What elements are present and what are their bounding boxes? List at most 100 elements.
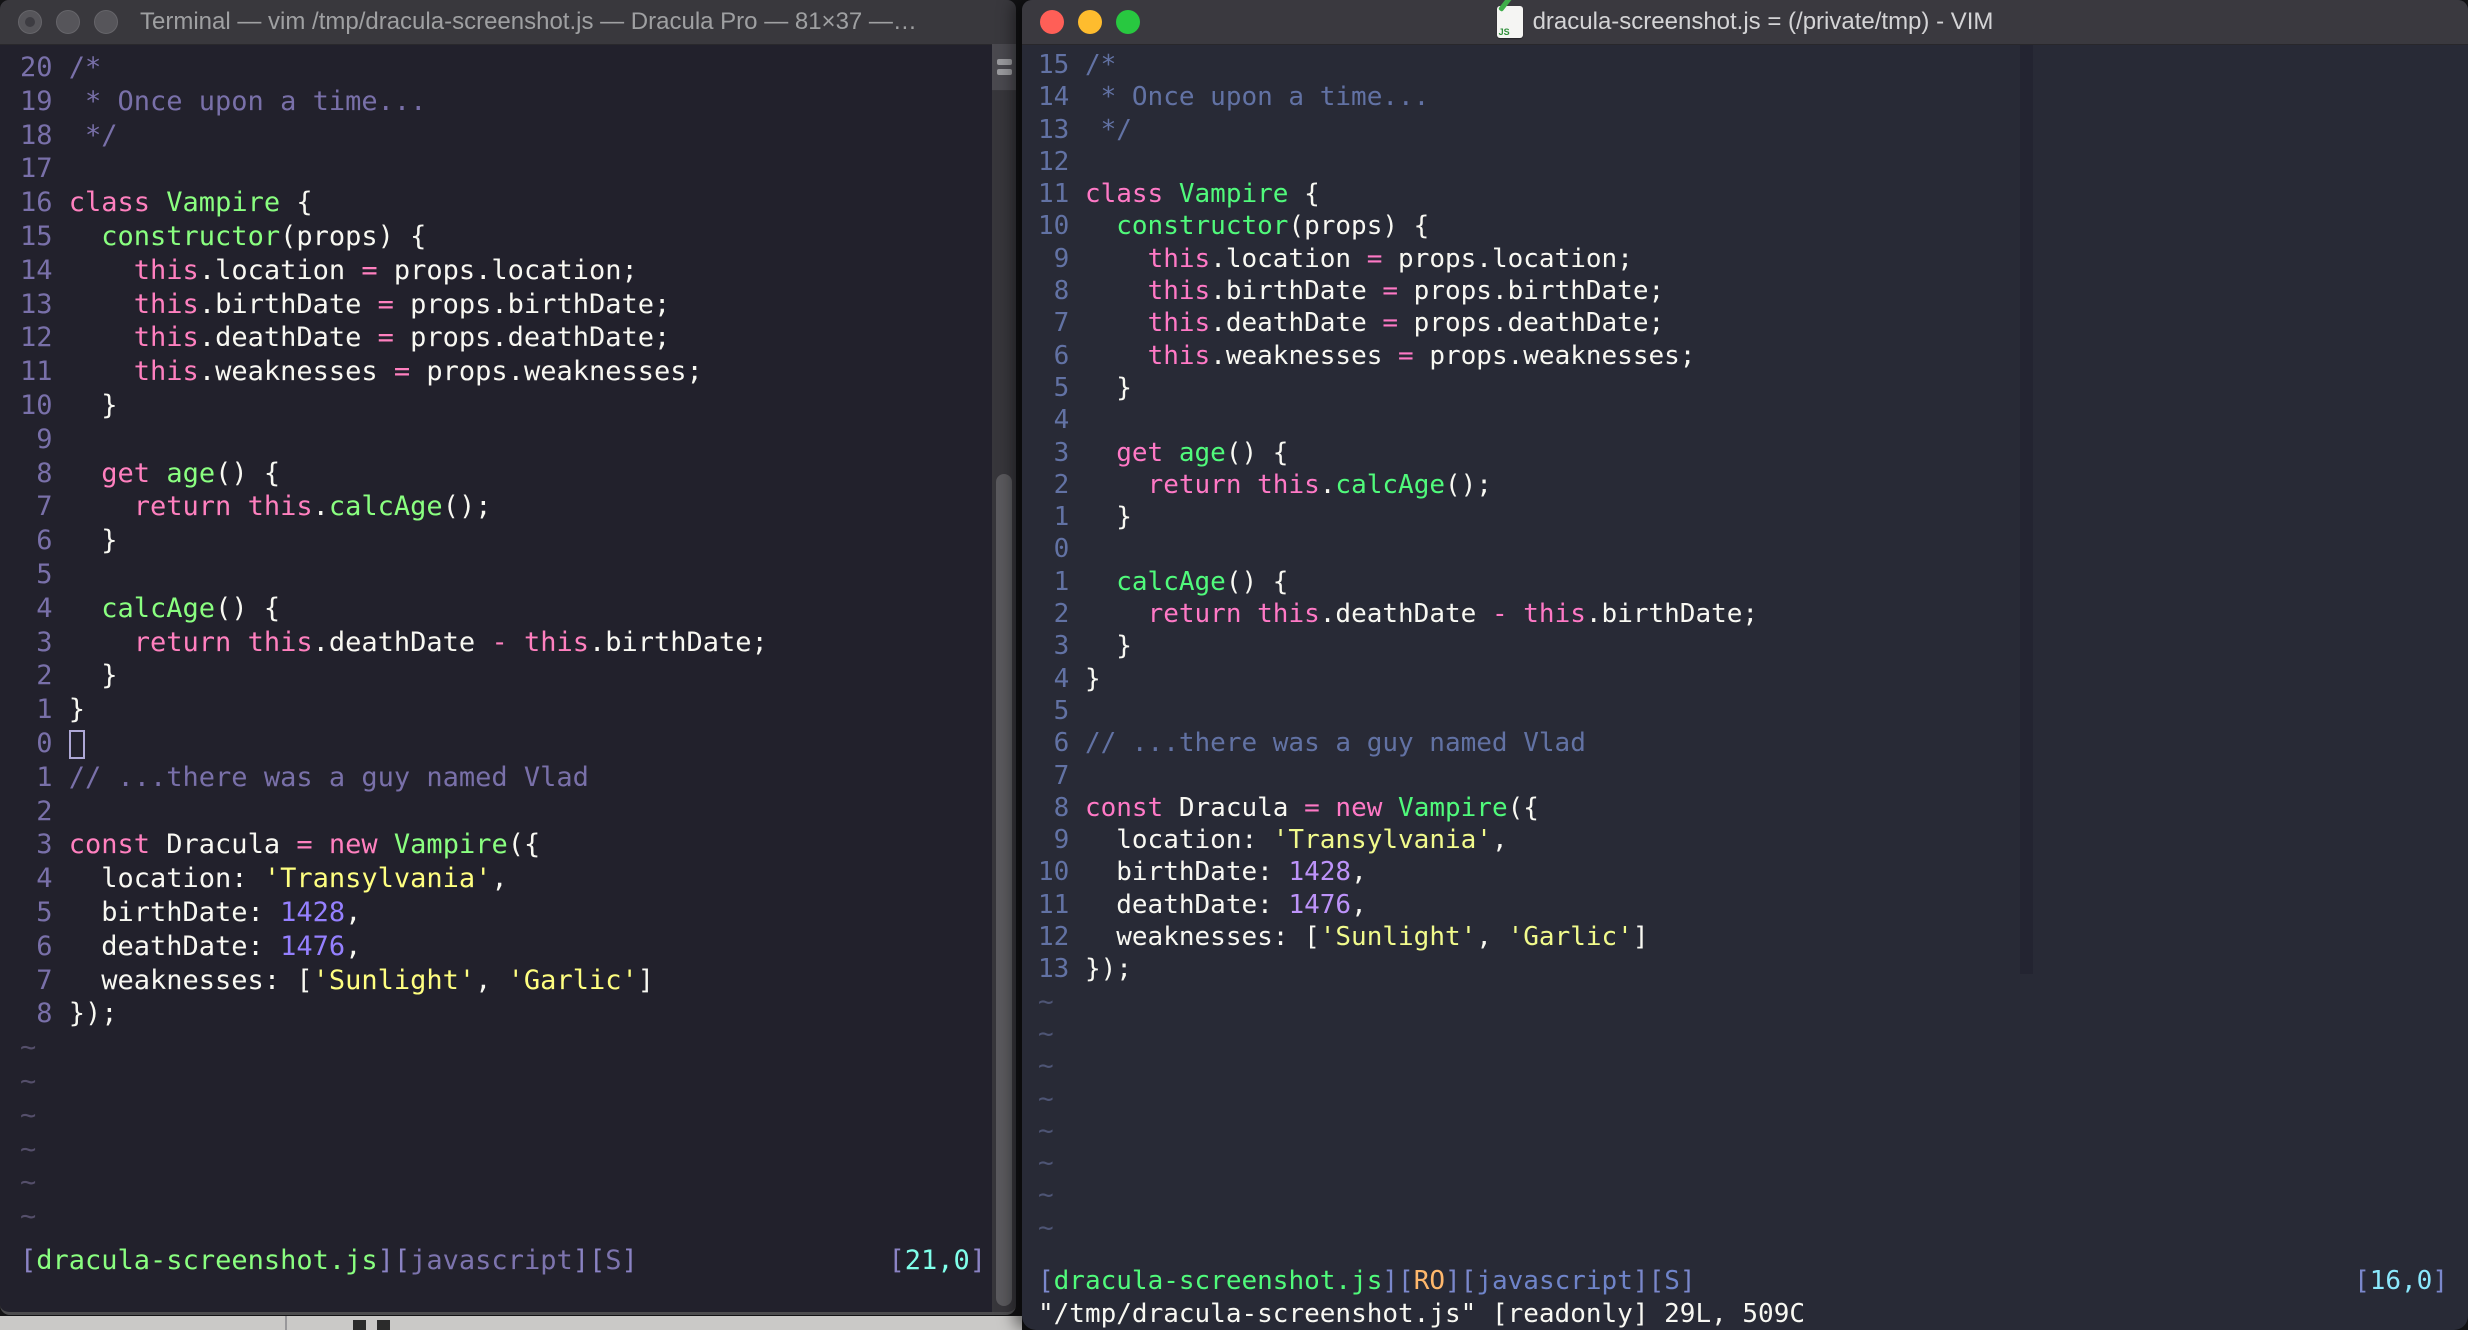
code-line: 19 * Once upon a time... bbox=[20, 85, 427, 117]
code-line: 8}); bbox=[36, 998, 118, 1030]
macvim-traffic-lights bbox=[1040, 10, 1140, 34]
js-file-label: JS bbox=[1498, 27, 1510, 37]
code-line: 9 this.location = props.location; bbox=[1053, 243, 1633, 274]
code-line: 17 bbox=[20, 153, 53, 185]
code-line: 4 calcAge() { bbox=[36, 592, 281, 624]
code-line: 1} bbox=[36, 694, 86, 726]
terminal-window: Terminal — vim /tmp/dracula-screenshot.j… bbox=[0, 0, 1016, 1315]
document-proxy-icon[interactable]: JS bbox=[1496, 0, 1523, 38]
code-line: 15 constructor(props) { bbox=[20, 220, 427, 252]
vim-statusline: [dracula-screenshot.js][RO][javascript][… bbox=[1038, 1266, 2448, 1297]
empty-buffer-tilde: ~ bbox=[1038, 986, 1054, 1017]
code-line: 12 bbox=[1038, 146, 1070, 177]
code-line: 5 bbox=[1053, 695, 1070, 726]
code-line: 0 bbox=[36, 727, 53, 759]
close-dot-icon bbox=[25, 17, 35, 27]
terminal-traffic-lights bbox=[18, 10, 118, 34]
code-line: 1 } bbox=[1053, 502, 1132, 533]
pencil-icon bbox=[1497, 0, 1513, 13]
empty-buffer-tilde: ~ bbox=[1038, 1018, 1054, 1049]
code-line: 6 this.weaknesses = props.weaknesses; bbox=[1053, 340, 1696, 371]
empty-buffer-tilde: ~ bbox=[1038, 1051, 1054, 1082]
code-line: 7 bbox=[1053, 760, 1070, 791]
empty-buffer-tilde: ~ bbox=[20, 1065, 37, 1097]
background-text-fragment bbox=[377, 1320, 390, 1330]
empty-buffer-tilde: ~ bbox=[1038, 1148, 1054, 1179]
code-line: 3 return this.deathDate - this.birthDate… bbox=[36, 626, 768, 658]
macvim-buffer[interactable]: 15/* 14 * Once upon a time... 13 */12 11 cla… bbox=[1022, 45, 2468, 1330]
code-line: 8 this.birthDate = props.birthDate; bbox=[1053, 276, 1665, 307]
code-line: 11 deathDate: 1476, bbox=[1038, 889, 1367, 920]
code-line: 6 deathDate: 1476, bbox=[36, 930, 362, 962]
macvim-window: JS dracula-screenshot.js = (/private/tmp… bbox=[1022, 0, 2468, 1330]
code-line: 12 this.deathDate = props.deathDate; bbox=[20, 322, 671, 354]
code-line: 16 class Vampire { bbox=[20, 187, 313, 219]
terminal-scrollbar-thumb[interactable] bbox=[996, 474, 1012, 1306]
empty-buffer-tilde: ~ bbox=[1038, 1083, 1054, 1114]
code-line: 4 bbox=[1053, 405, 1070, 436]
code-line: 14 * Once upon a time... bbox=[1038, 82, 1430, 113]
empty-buffer-tilde: ~ bbox=[20, 1133, 37, 1165]
empty-buffer-tilde: ~ bbox=[20, 1099, 37, 1131]
terminal-window-title: Terminal — vim /tmp/dracula-screenshot.j… bbox=[140, 8, 917, 35]
code-line: 4} bbox=[1053, 663, 1101, 694]
code-line: 10 birthDate: 1428, bbox=[1038, 857, 1367, 888]
code-line: 9 location: 'Transylvania', bbox=[1053, 825, 1508, 856]
code-line: 11 this.weaknesses = props.weaknesses; bbox=[20, 356, 703, 388]
code-line: 7 this.deathDate = props.deathDate; bbox=[1053, 308, 1665, 339]
empty-buffer-tilde: ~ bbox=[20, 1167, 37, 1199]
code-line: 2 bbox=[36, 795, 53, 827]
code-line: 14 this.location = props.location; bbox=[20, 254, 638, 286]
code-line: 2 return this.calcAge(); bbox=[1053, 469, 1492, 500]
code-line: 7 weaknesses: ['Sunlight', 'Garlic'] bbox=[36, 964, 654, 996]
code-line: 7 return this.calcAge(); bbox=[36, 491, 492, 523]
split-pane-icon bbox=[996, 69, 1012, 75]
terminal-vim-buffer[interactable]: 20/* 19 * Once upon a time... 18 */17 16 cla… bbox=[0, 45, 1016, 1312]
macvim-scrollbar-track[interactable] bbox=[2020, 45, 2033, 974]
macvim-titlebar[interactable]: JS dracula-screenshot.js = (/private/tmp… bbox=[1022, 0, 2468, 45]
code-line: 15/* bbox=[1038, 50, 1117, 80]
code-line: 4 location: 'Transylvania', bbox=[36, 863, 508, 895]
background-text-fragment bbox=[353, 1320, 366, 1330]
code-line: 2 } bbox=[36, 660, 118, 692]
minimize-button[interactable] bbox=[1078, 10, 1102, 34]
minimize-button[interactable] bbox=[56, 10, 80, 34]
background-window-divider bbox=[285, 1316, 287, 1330]
vim-statusline: [dracula-screenshot.js][javascript][S] [2… bbox=[20, 1245, 986, 1277]
zoom-button[interactable] bbox=[1116, 10, 1140, 34]
code-line: 1 calcAge() { bbox=[1053, 566, 1289, 597]
code-line: 3 } bbox=[1053, 631, 1132, 662]
empty-buffer-tilde: ~ bbox=[1038, 1115, 1054, 1146]
zoom-button[interactable] bbox=[94, 10, 118, 34]
code-line: 6// ...there was a guy named Vlad bbox=[1053, 728, 1586, 759]
code-line: 1// ...there was a guy named Vlad bbox=[36, 761, 589, 793]
code-line: 10 } bbox=[20, 389, 118, 421]
code-line: 5 bbox=[36, 558, 53, 590]
split-pane-button[interactable] bbox=[992, 44, 1016, 91]
vim-cursor bbox=[69, 730, 85, 759]
code-line: 11 class Vampire { bbox=[1038, 179, 1320, 210]
split-pane-icon bbox=[996, 59, 1012, 65]
vim-command-line: "/tmp/dracula-screenshot.js" [readonly] … bbox=[1038, 1298, 1806, 1329]
code-line: 6 } bbox=[36, 525, 118, 557]
terminal-scrollbar[interactable] bbox=[992, 44, 1016, 1312]
code-line: 13}); bbox=[1038, 954, 1132, 985]
code-line: 0 bbox=[1053, 534, 1070, 565]
terminal-titlebar[interactable]: Terminal — vim /tmp/dracula-screenshot.j… bbox=[0, 0, 1016, 45]
code-line: 12 weaknesses: ['Sunlight', 'Garlic'] bbox=[1038, 922, 1649, 953]
code-line: 3 const Dracula = new Vampire({ bbox=[36, 829, 541, 861]
code-line: 18 */ bbox=[20, 119, 118, 151]
code-line: 13 */ bbox=[1038, 114, 1132, 145]
code-line: 10 constructor(props) { bbox=[1038, 211, 1430, 242]
code-line: 20/* bbox=[20, 52, 102, 83]
empty-buffer-tilde: ~ bbox=[1038, 1180, 1054, 1211]
code-line: 5 birthDate: 1428, bbox=[36, 896, 362, 928]
code-line: 2 return this.deathDate - this.birthDate… bbox=[1053, 599, 1759, 630]
code-line: 9 bbox=[36, 423, 53, 455]
close-button[interactable] bbox=[1040, 10, 1064, 34]
close-button[interactable] bbox=[18, 10, 42, 34]
code-line: 8 const Dracula = new Vampire({ bbox=[1053, 792, 1539, 823]
empty-buffer-tilde: ~ bbox=[1038, 1212, 1054, 1243]
macvim-window-title: dracula-screenshot.js = (/private/tmp) -… bbox=[1532, 8, 1994, 35]
code-line: 5 } bbox=[1053, 372, 1132, 403]
